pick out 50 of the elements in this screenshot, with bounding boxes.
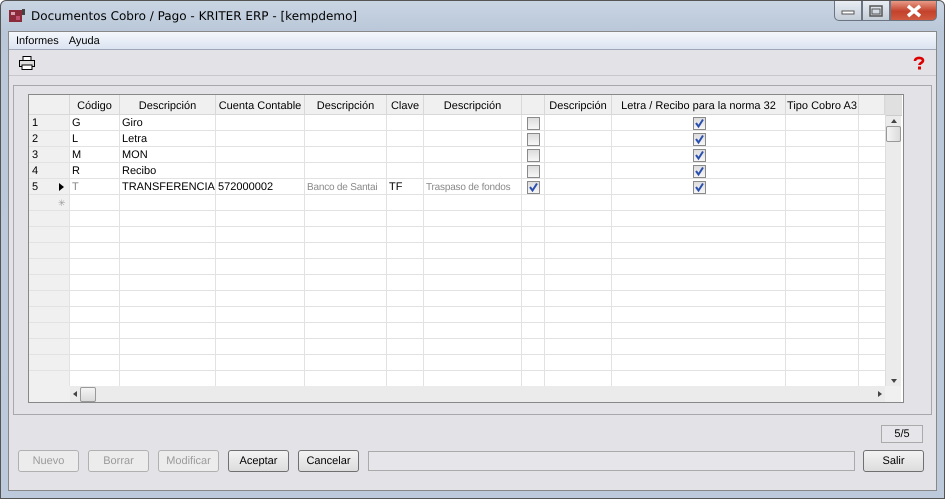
exit-button[interactable]: Salir [863, 450, 924, 472]
vertical-scrollbar[interactable] [885, 95, 901, 386]
checkbox[interactable] [692, 148, 706, 162]
key-description-cell: Traspaso de fondos [426, 182, 510, 192]
checkbox[interactable] [692, 132, 706, 146]
code-cell: R [72, 165, 80, 177]
code-cell: G [72, 117, 81, 129]
help-icon[interactable] [912, 56, 926, 70]
action-button[interactable]: Aceptar [228, 450, 289, 472]
new-row-icon: ✳ [58, 198, 66, 208]
app-logo [9, 9, 25, 23]
printer-icon[interactable] [19, 56, 35, 70]
code-cell: T [72, 181, 79, 193]
window-title: Documentos Cobro / Pago - KRITER ERP - [kempdemo] [31, 9, 358, 23]
description-cell: TRANSFERENCIA [122, 181, 215, 193]
row-number: 2 [32, 133, 40, 145]
description-cell: Giro [122, 117, 143, 129]
header-cell [886, 95, 902, 116]
maximize-button[interactable] [862, 1, 890, 21]
key-cell: TF [389, 181, 402, 193]
checkbox[interactable] [527, 164, 540, 178]
row-number: 3 [32, 149, 40, 161]
checkbox[interactable] [527, 148, 540, 162]
menu-item[interactable]: Informes [12, 34, 63, 46]
row-number: 5 [32, 181, 40, 193]
code-cell: M [72, 149, 82, 161]
checkbox[interactable] [527, 180, 540, 194]
horizontal-scrollbar[interactable] [70, 386, 885, 402]
checkbox[interactable] [692, 180, 706, 194]
checkbox[interactable] [527, 132, 540, 146]
row-number: 4 [32, 165, 40, 177]
menu-item[interactable]: Ayuda [64, 34, 104, 46]
code-cell: L [72, 133, 78, 145]
maximize-icon [869, 4, 883, 16]
scroll-thumb[interactable] [80, 386, 96, 402]
close-icon [906, 4, 922, 18]
account-description-cell: Banco de Santai [307, 182, 378, 192]
checkbox[interactable] [692, 116, 706, 130]
account-cell: 572000002 [218, 181, 274, 193]
checkbox[interactable] [692, 164, 706, 178]
description-cell: MON [122, 149, 148, 161]
record-counter: 5/5 [881, 425, 923, 443]
close-button[interactable] [890, 1, 937, 21]
description-cell: Letra [122, 133, 148, 145]
checkbox[interactable] [527, 116, 540, 130]
minimize-button[interactable] [834, 1, 862, 21]
scroll-thumb[interactable] [886, 126, 901, 142]
description-cell: Recibo [122, 165, 156, 177]
action-button[interactable]: Cancelar [298, 450, 359, 472]
row-number: 1 [32, 117, 40, 129]
